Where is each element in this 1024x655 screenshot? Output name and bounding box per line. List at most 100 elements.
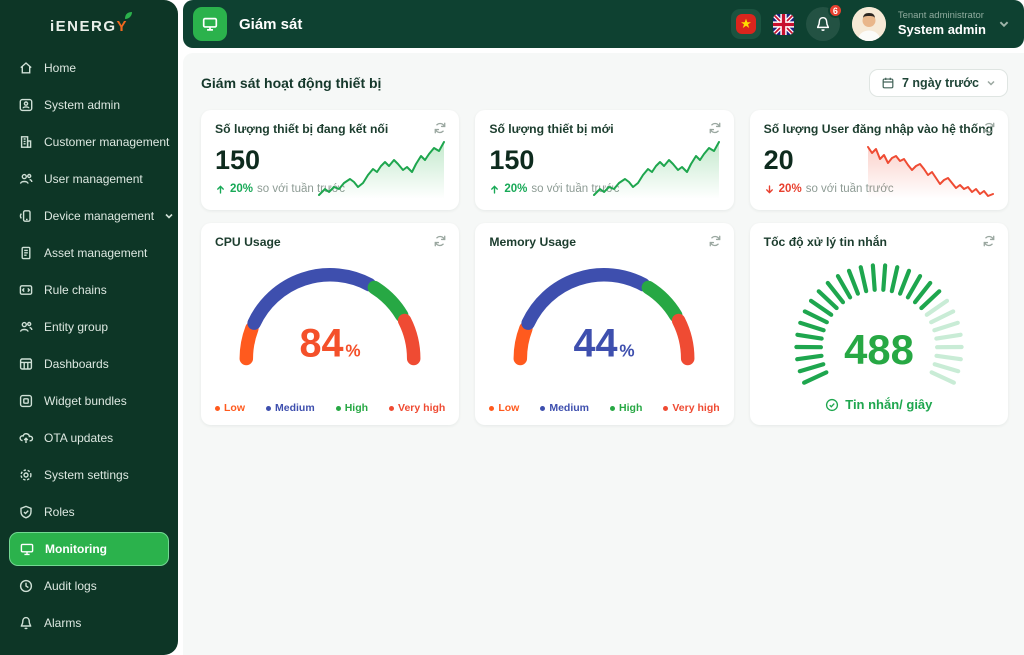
widget-icon [18,393,34,409]
sidebar-item-label: Device management [44,209,155,223]
sidebar-item-label: System admin [44,98,121,112]
shield-check-icon [18,504,34,520]
content-area: Giám sát hoạt động thiết bị 7 ngày trước… [183,53,1024,655]
sidebar-item-label: Home [44,61,77,75]
group-icon [18,319,34,335]
sidebar-item-user-management[interactable]: User management [9,162,169,196]
legend-label-low: Low [498,402,520,414]
refresh-icon[interactable] [433,234,447,248]
trend-down-icon [765,184,773,194]
chevron-down-icon [987,80,995,86]
legend-label-medium: Medium [275,402,315,414]
home-icon [18,60,34,76]
user-role: Tenant administrator [897,9,984,21]
gauge-value: 84 [300,322,344,366]
stat-card-title: Số lượng thiết bị mới [489,122,614,136]
language-vietnamese-flag[interactable] [730,9,761,39]
message-rate-tick-gauge: 488 [794,263,964,385]
code-icon [18,282,34,298]
brand-logo-accent: Y [116,18,129,35]
page-header-title: Giám sát [239,15,303,33]
notifications-button[interactable]: 6 [805,3,843,41]
calendar-icon [882,77,894,89]
stat-card-connected-devices: Số lượng thiết bị đang kết nối 150 20% s… [201,110,460,210]
building-icon [18,134,34,150]
legend-dot-very-high [663,405,669,411]
sidebar-item-asset-management[interactable]: Asset management [9,236,169,270]
gauge-legend: Low Medium High Very high [489,402,720,414]
sidebar-item-device-management[interactable]: Device management [9,199,173,233]
sidebar-item-home[interactable]: Home [9,51,169,85]
users-icon [18,171,34,187]
sidebar-item-label: Audit logs [44,579,97,593]
sidebar-item-system-admin[interactable]: System admin [9,88,169,122]
chevron-down-icon[interactable] [164,211,174,221]
admin-badge-icon [18,97,34,113]
delta-percent: 20% [230,183,254,195]
sidebar-item-label: Asset management [44,246,148,260]
refresh-icon[interactable] [708,234,722,248]
sidebar-item-ota-updates[interactable]: OTA updates [9,421,169,455]
language-english-flag[interactable] [772,13,794,35]
delta-percent: 20% [778,183,802,195]
stat-card-new-devices: Số lượng thiết bị mới 150 20% so với tuầ… [475,110,734,210]
stat-card-title: Số lượng thiết bị đang kết nối [215,122,389,136]
clock-icon [18,578,34,594]
refresh-icon[interactable] [982,234,996,248]
check-circle-icon [826,398,839,411]
brand-logo-text: iENERG [49,18,117,35]
user-menu[interactable]: Tenant administrator System admin [898,10,986,38]
delta-percent: 20% [504,183,528,195]
memory-gauge-chart: 44% [514,268,695,366]
gauge-value: 44 [574,322,618,366]
cloud-upload-icon [18,430,34,446]
cpu-gauge-chart: 84% [239,268,421,366]
gauge-value: 488 [844,326,914,373]
sidebar-item-label: Entity group [44,320,109,334]
brand-logo: iENERGY [9,12,169,45]
refresh-icon[interactable] [982,121,996,135]
notification-bell-icon [816,16,829,31]
sidebar-item-label: Customer management [44,135,170,149]
sidebar-item-widget-bundles[interactable]: Widget bundles [9,384,169,418]
sidebar-item-entity-group[interactable]: Entity group [9,310,169,344]
legend-label-high: High [619,402,643,414]
legend-dot-low [215,405,220,411]
user-avatar[interactable] [851,7,886,41]
message-rate-caption: Tin nhắn/ giây [750,397,1008,412]
notification-count-badge: 6 [827,3,843,18]
gauge-unit: % [345,342,360,361]
legend-dot-low [489,405,495,411]
sidebar-item-monitoring[interactable]: Monitoring [9,532,169,566]
refresh-icon[interactable] [708,121,722,135]
sidebar-item-rule-chains[interactable]: Rule chains [9,273,169,307]
stat-card-user-logins: Số lượng User đăng nhập vào hệ thống 20 … [749,110,1008,210]
sidebar-item-customer-management[interactable]: Customer management [9,125,169,159]
gauge-card-message-rate: Tốc độ xử lý tin nhắn 488 Tin nhắn/ giây [749,223,1008,425]
sidebar-item-label: Roles [44,505,75,519]
svg-text:44%: 44% [574,322,635,366]
device-icon [18,208,34,224]
legend-label-low: Low [224,402,245,414]
sidebar-item-label: System settings [44,468,129,482]
sidebar-item-roles[interactable]: Roles [9,495,169,529]
sidebar: iENERGY Home System admin Customer manag… [0,0,178,655]
topbar: Giám sát 6 Tenant administrator System a… [183,0,1024,48]
gauge-card-title: Tốc độ xử lý tin nhắn [763,235,887,249]
sparkline-up-chart [318,141,446,199]
gear-icon [18,467,34,483]
sidebar-item-alarms[interactable]: Alarms [9,606,169,640]
sidebar-item-audit-logs[interactable]: Audit logs [9,569,169,603]
sidebar-item-dashboards[interactable]: Dashboards [9,347,169,381]
refresh-icon[interactable] [433,121,447,135]
date-range-value: 7 ngày trước [902,76,979,90]
gauge-legend: Low Medium High Very high [215,402,445,414]
sidebar-item-system-settings[interactable]: System settings [9,458,169,492]
sparkline-down-chart [867,146,994,199]
monitoring-title-icon [193,7,227,41]
gauge-unit: % [620,342,635,361]
date-range-select[interactable]: 7 ngày trước [869,69,1008,97]
sidebar-item-label: OTA updates [44,431,114,445]
user-menu-chevron-icon[interactable] [998,18,1010,30]
user-name: System admin [897,21,986,37]
